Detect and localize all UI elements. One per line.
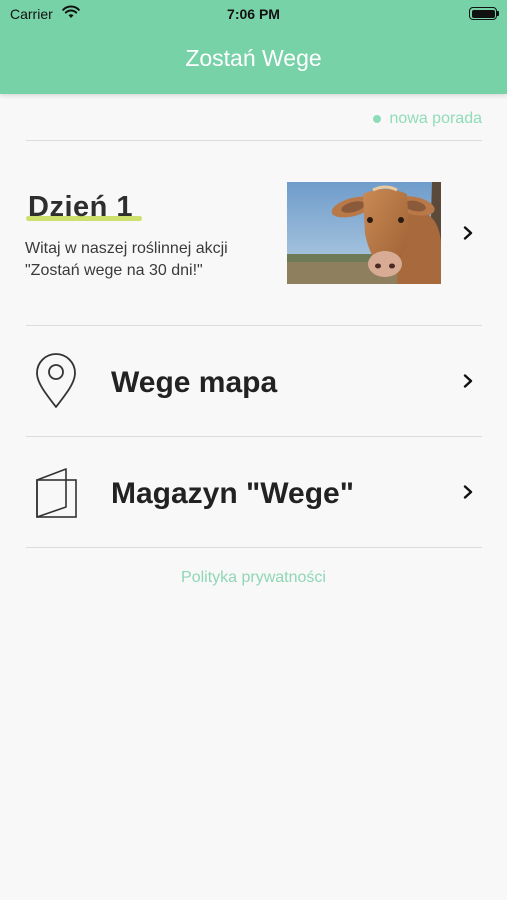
chevron-right-icon <box>463 226 473 240</box>
menu-item-label: Magazyn "Wege" <box>111 477 354 510</box>
day-description: Witaj w naszej roślinnej akcji "Zostań w… <box>25 238 265 282</box>
day-description-line-2: "Zostań wege na 30 dni!" <box>25 262 203 279</box>
chevron-right-icon <box>463 374 473 388</box>
divider <box>26 547 482 548</box>
status-bar: Carrier 7:06 PM <box>0 0 507 28</box>
menu-item-wege-map[interactable]: Wege mapa <box>0 326 507 436</box>
battery-icon <box>469 7 499 20</box>
new-tip-indicator[interactable]: nowa porada <box>373 110 482 128</box>
day-card[interactable]: Dzień 1 Witaj w naszej roślinnej akcji "… <box>0 141 507 325</box>
day-description-line-1: Witaj w naszej roślinnej akcji <box>25 240 228 257</box>
navigation-header: Carrier 7:06 PM Zostań Wege <box>0 0 507 94</box>
privacy-policy-link[interactable]: Polityka prywatności <box>0 569 507 587</box>
status-time: 7:06 PM <box>227 6 280 22</box>
magazine-icon <box>36 468 77 518</box>
chevron-right-icon <box>463 485 473 499</box>
page-title: Zostań Wege <box>185 45 322 71</box>
cow-photo <box>287 182 441 284</box>
menu-item-wege-magazine[interactable]: Magazyn "Wege" <box>0 437 507 547</box>
menu-item-label: Wege mapa <box>111 366 278 399</box>
new-tip-label: nowa porada <box>389 110 482 127</box>
dot-icon <box>373 115 382 123</box>
map-pin-icon <box>36 353 76 408</box>
day-title: Dzień 1 <box>28 191 134 223</box>
